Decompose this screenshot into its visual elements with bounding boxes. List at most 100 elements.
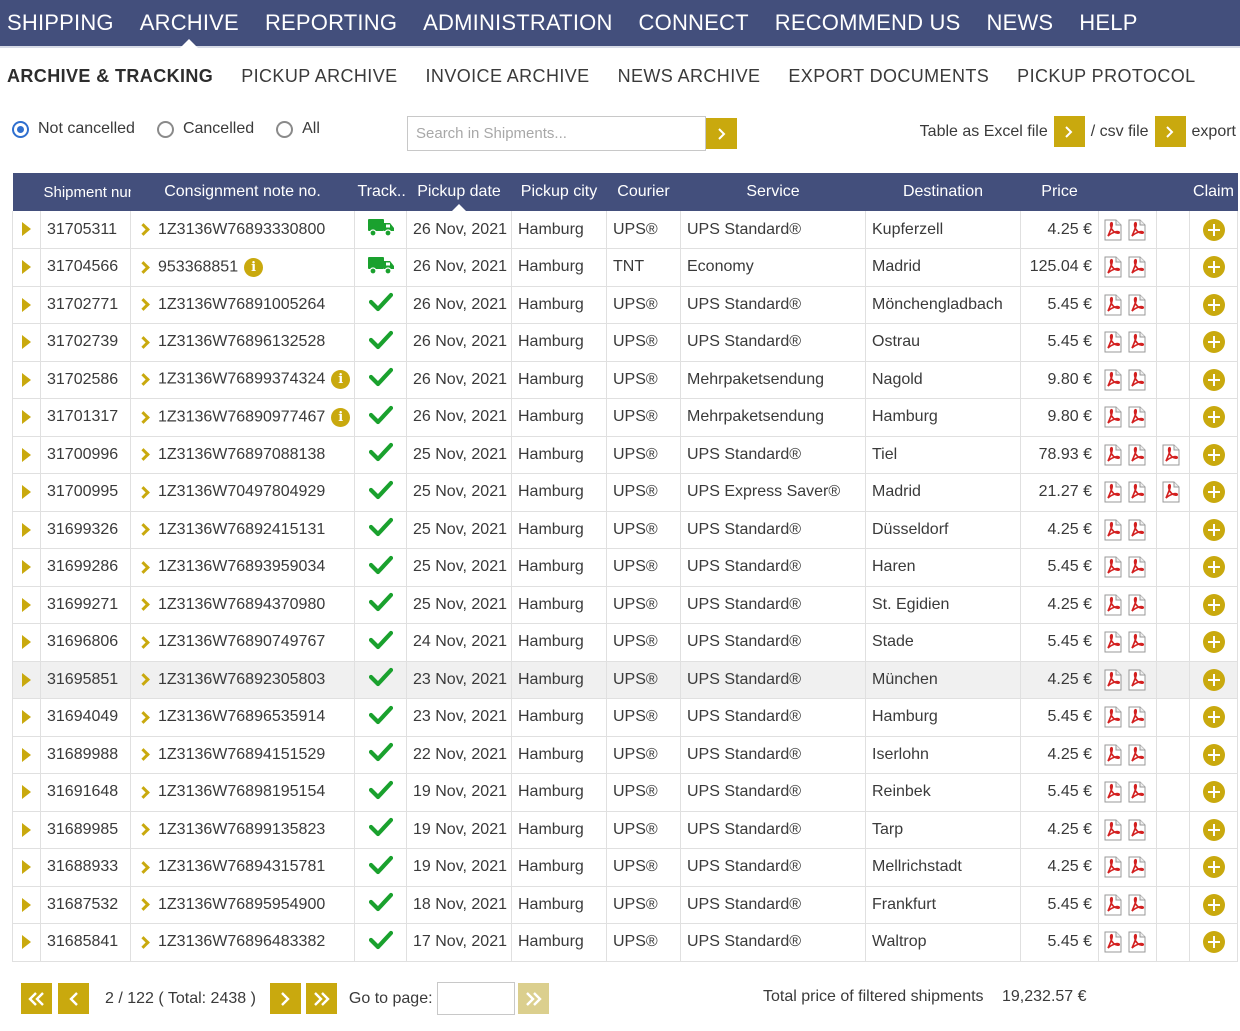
tracking-status[interactable]	[354, 323, 407, 362]
radio-not-cancelled[interactable]: Not cancelled	[12, 120, 135, 138]
pdf-icon[interactable]	[1103, 331, 1123, 353]
table-row[interactable]: 31699326 1Z3136W76892415131 25 Nov, 2021 Ha…	[12, 511, 1238, 549]
chevron-right-icon[interactable]	[137, 673, 150, 686]
pdf-icon[interactable]	[1103, 819, 1123, 841]
expand-triangle-icon[interactable]	[22, 447, 31, 462]
table-row[interactable]: 31699286 1Z3136W76893959034 25 Nov, 2021 Ha…	[12, 548, 1238, 587]
pdf-icon[interactable]	[1127, 931, 1147, 953]
expand-cell[interactable]	[12, 286, 41, 324]
expand-triangle-icon[interactable]	[22, 560, 31, 575]
table-row[interactable]: 31704566 953368851 i 26 Nov, 2021 Hamburg TNT…	[12, 248, 1238, 287]
nav-item-archive[interactable]: ARCHIVE	[127, 0, 252, 48]
pdf-icon[interactable]	[1103, 556, 1123, 578]
plus-circle-icon[interactable]	[1202, 818, 1225, 841]
table-row[interactable]: 31701317 1Z3136W76890977467 i 26 Nov, 2021 H…	[12, 398, 1238, 437]
pdf-icon[interactable]	[1161, 481, 1181, 503]
pdf-icon[interactable]	[1127, 331, 1147, 353]
expand-triangle-icon[interactable]	[22, 860, 31, 875]
chevron-right-icon[interactable]	[137, 335, 150, 349]
pdf-icon[interactable]	[1127, 744, 1147, 766]
consignment-number[interactable]: 1Z3136W76890977467	[158, 408, 325, 425]
pdf-icon[interactable]	[1127, 256, 1147, 278]
subnav-item-invoice-archive[interactable]: INVOICE ARCHIVE	[426, 66, 590, 87]
consignment-number[interactable]: 1Z3136W76896535914	[158, 708, 325, 725]
plus-circle-icon[interactable]	[1202, 368, 1225, 391]
expand-triangle-icon[interactable]	[22, 897, 31, 912]
tracking-status[interactable]	[354, 248, 407, 287]
expand-triangle-icon[interactable]	[22, 297, 31, 312]
expand-triangle-icon[interactable]	[22, 747, 31, 762]
pdf-icon[interactable]	[1127, 819, 1147, 841]
header-claim[interactable]: Claim	[1189, 173, 1238, 211]
tracking-status[interactable]	[354, 211, 407, 249]
header-tracking[interactable]: Track..	[354, 173, 407, 211]
radio-circle[interactable]	[12, 120, 29, 138]
tracking-status[interactable]	[354, 398, 407, 437]
nav-item-recommend-us[interactable]: RECOMMEND US	[762, 0, 974, 47]
chevron-right-icon[interactable]	[137, 823, 150, 836]
tracking-status[interactable]	[354, 286, 407, 324]
nav-item-administration[interactable]: ADMINISTRATION	[410, 0, 625, 47]
chevron-right-icon[interactable]	[137, 448, 150, 461]
pdf-icon[interactable]	[1127, 631, 1147, 653]
pdf-icon[interactable]	[1127, 444, 1147, 466]
expand-triangle-icon[interactable]	[22, 260, 31, 275]
consignment-number[interactable]: 1Z3136W76894370980	[158, 596, 325, 613]
chevron-right-icon[interactable]	[137, 523, 150, 536]
plus-circle-icon[interactable]	[1202, 518, 1225, 541]
plus-circle-icon[interactable]	[1202, 743, 1225, 766]
info-icon[interactable]: i	[331, 407, 351, 427]
excel-export-button[interactable]	[1053, 116, 1085, 147]
pdf-icon[interactable]	[1127, 894, 1147, 916]
table-row[interactable]: 31688933 1Z3136W76894315781 19 Nov, 2021 Ha…	[12, 848, 1238, 887]
expand-cell[interactable]	[12, 548, 41, 587]
radio-cancelled[interactable]: Cancelled	[156, 120, 254, 138]
table-row[interactable]: 31696806 1Z3136W76890749767 24 Nov, 2021 Ha…	[12, 623, 1238, 662]
expand-cell[interactable]	[12, 811, 41, 849]
tracking-status[interactable]	[354, 698, 407, 737]
chevron-right-icon[interactable]	[137, 373, 150, 387]
subnav-item-archive-tracking[interactable]: ARCHIVE & TRACKING	[7, 66, 213, 87]
expand-triangle-icon[interactable]	[22, 935, 31, 950]
search-button[interactable]	[706, 118, 737, 149]
expand-cell[interactable]	[12, 773, 41, 812]
header-price[interactable]: Price	[1020, 173, 1099, 211]
table-row[interactable]: 31705311 1Z3136W76893330800 26 Nov, 2021 Ha…	[12, 211, 1238, 249]
header-pickup-date[interactable]: Pickup date	[406, 173, 512, 211]
expand-cell[interactable]	[12, 248, 41, 287]
pdf-icon[interactable]	[1103, 294, 1123, 316]
pdf-icon[interactable]	[1103, 369, 1123, 391]
plus-circle-icon[interactable]	[1202, 256, 1225, 279]
expand-cell[interactable]	[12, 361, 41, 399]
pdf-icon[interactable]	[1103, 519, 1123, 541]
plus-circle-icon[interactable]	[1202, 893, 1225, 916]
pdf-icon[interactable]	[1103, 931, 1123, 953]
radio-circle[interactable]	[156, 120, 174, 138]
radio-circle[interactable]	[276, 120, 294, 138]
tracking-status[interactable]	[354, 586, 407, 624]
expand-cell[interactable]	[12, 886, 41, 924]
consignment-number[interactable]: 1Z3136W76898195154	[158, 783, 325, 800]
pdf-icon[interactable]	[1103, 219, 1123, 241]
expand-cell[interactable]	[12, 586, 41, 624]
expand-cell[interactable]	[12, 211, 41, 249]
tracking-status[interactable]	[354, 548, 407, 587]
table-row[interactable]: 31687532 1Z3136W76895954900 18 Nov, 2021 Ha…	[12, 886, 1238, 924]
plus-circle-icon[interactable]	[1202, 781, 1225, 804]
tracking-status[interactable]	[354, 886, 407, 924]
plus-circle-icon[interactable]	[1202, 631, 1225, 654]
expand-triangle-icon[interactable]	[22, 222, 31, 237]
last-page-button[interactable]	[305, 983, 337, 1014]
subnav-item-pickup-protocol[interactable]: PICKUP PROTOCOL	[1017, 66, 1195, 87]
expand-triangle-icon[interactable]	[22, 635, 31, 650]
tracking-status[interactable]	[354, 661, 407, 699]
first-page-button[interactable]	[21, 983, 52, 1014]
table-row[interactable]: 31685841 1Z3136W76896483382 17 Nov, 2021 Ha…	[12, 923, 1238, 962]
pdf-icon[interactable]	[1127, 406, 1147, 428]
consignment-number[interactable]: 1Z3136W76894151529	[158, 746, 325, 763]
expand-cell[interactable]	[12, 623, 41, 662]
pdf-icon[interactable]	[1103, 594, 1123, 616]
consignment-number[interactable]: 1Z3136W76893330800	[158, 221, 325, 238]
tracking-status[interactable]	[354, 811, 407, 849]
expand-triangle-icon[interactable]	[22, 485, 31, 500]
